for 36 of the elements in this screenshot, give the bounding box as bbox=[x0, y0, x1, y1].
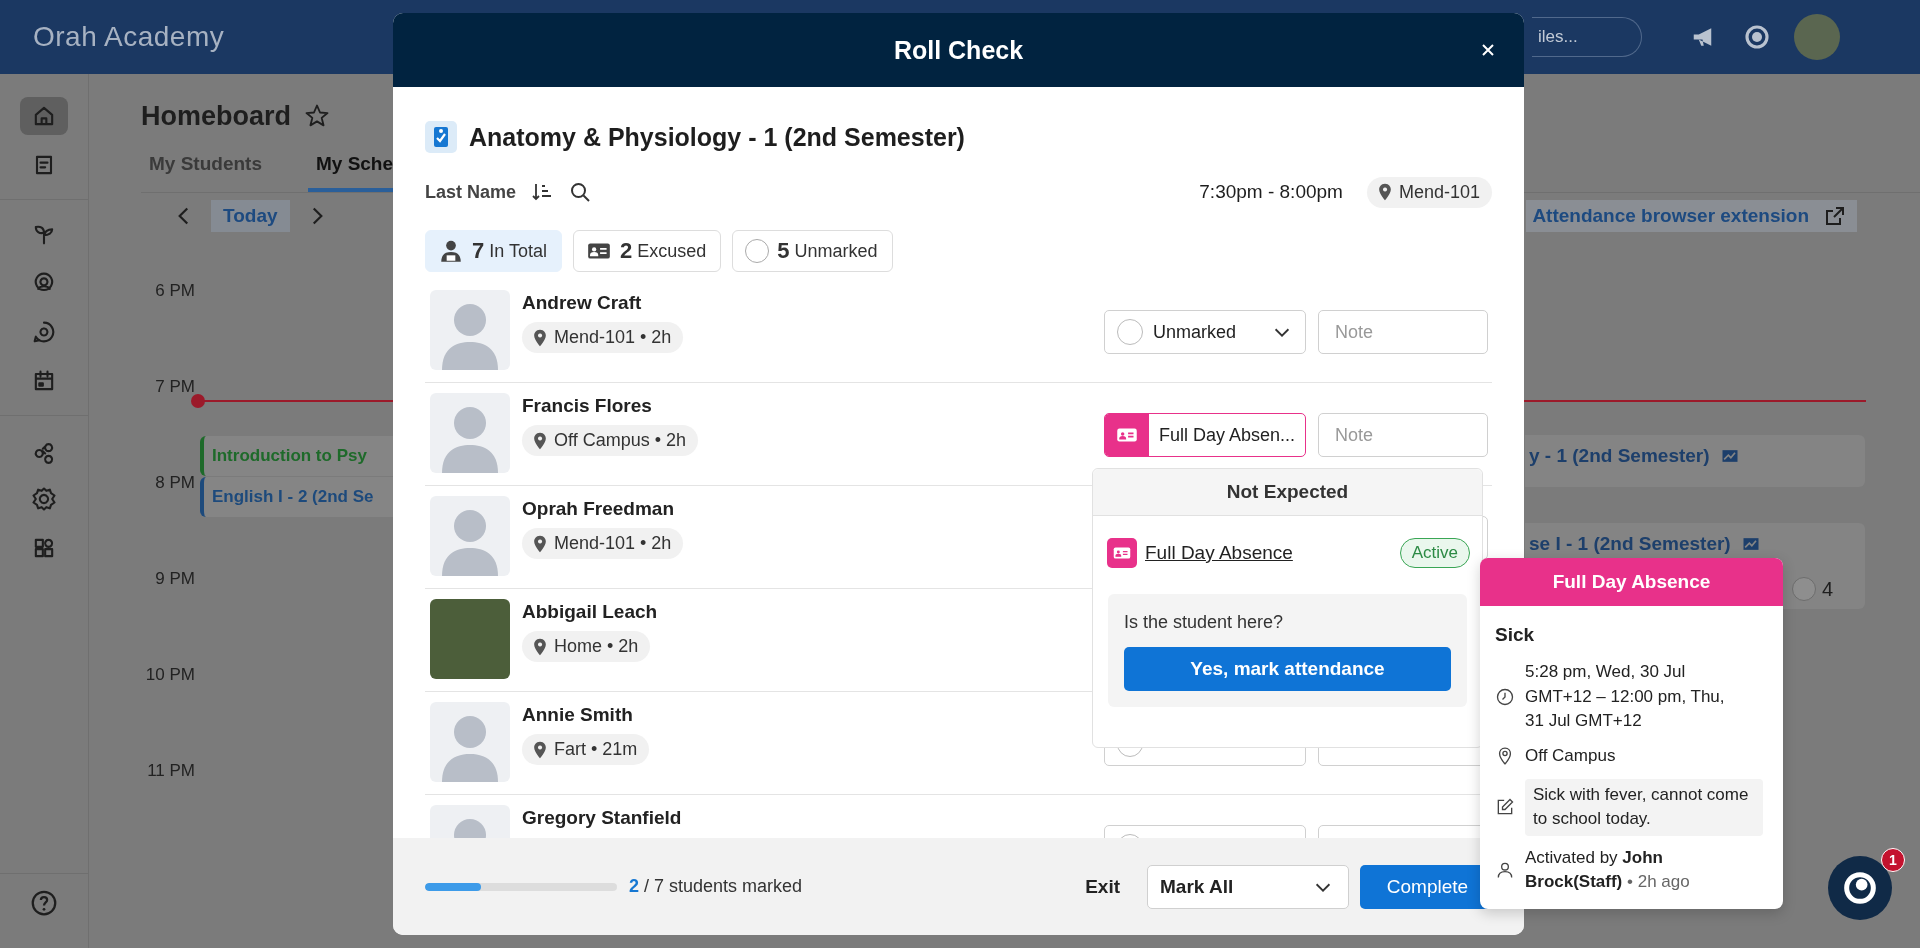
absence-reason: Sick bbox=[1495, 624, 1536, 646]
location-text: Mend-101 • 2h bbox=[554, 533, 672, 554]
location-text: Fart • 21m bbox=[554, 739, 638, 760]
class-title: Anatomy & Physiology - 1 (2nd Semester) bbox=[469, 122, 965, 152]
event-title: y - 1 (2nd Semester) bbox=[1529, 445, 1710, 467]
time-label: 9 PM bbox=[154, 569, 195, 589]
active-badge: Active bbox=[1399, 538, 1470, 568]
tooltip-title: Full Day Absence bbox=[1552, 571, 1711, 593]
absence-location: Off Campus bbox=[1525, 744, 1616, 767]
time-label: 7 PM bbox=[154, 377, 195, 397]
student-name: Annie Smith bbox=[522, 704, 633, 726]
dialog-title: Roll Check bbox=[893, 35, 1024, 65]
location-text: Mend-101 • 2h bbox=[554, 327, 672, 348]
question-text: Is the student here? bbox=[1124, 612, 1285, 633]
time-label: 11 PM bbox=[146, 761, 195, 781]
student-name: Francis Flores bbox=[522, 395, 652, 417]
absence-note: Sick with fever, cannot come to school today. bbox=[1525, 778, 1763, 836]
time-label: 8 PM bbox=[154, 473, 195, 493]
page-title: Homeboard bbox=[141, 100, 292, 132]
student-name: Andrew Craft bbox=[522, 292, 642, 314]
time-label: 6 PM bbox=[154, 281, 195, 301]
marked-count: 2 / 7 students marked bbox=[629, 876, 803, 897]
activated-by: Activated by John Brock(Staff) • 2h ago bbox=[1525, 846, 1691, 894]
location-text: Home • 2h bbox=[554, 636, 639, 657]
student-name: Oprah Freedman bbox=[522, 498, 675, 520]
room-name: Mend-101 bbox=[1398, 181, 1480, 203]
event-title: se I - 1 (2nd Semester) bbox=[1529, 533, 1731, 555]
student-name: Abbigail Leach bbox=[522, 601, 658, 623]
class-time: 7:30pm - 8:00pm bbox=[1199, 181, 1343, 203]
absence-time: 5:28 pm, Wed, 30 Jul GMT+12 – 12:00 pm, Thu, 31 Jul GMT+12 bbox=[1525, 661, 1726, 733]
event-count: 4 bbox=[1821, 577, 1833, 601]
notification-badge: 1 bbox=[1881, 848, 1905, 872]
time-label: 10 PM bbox=[144, 665, 195, 685]
student-name: Gregory Stanfield bbox=[522, 807, 682, 829]
location-text: Off Campus • 2h bbox=[554, 430, 687, 451]
menu-title: Not Expected bbox=[1226, 481, 1349, 503]
